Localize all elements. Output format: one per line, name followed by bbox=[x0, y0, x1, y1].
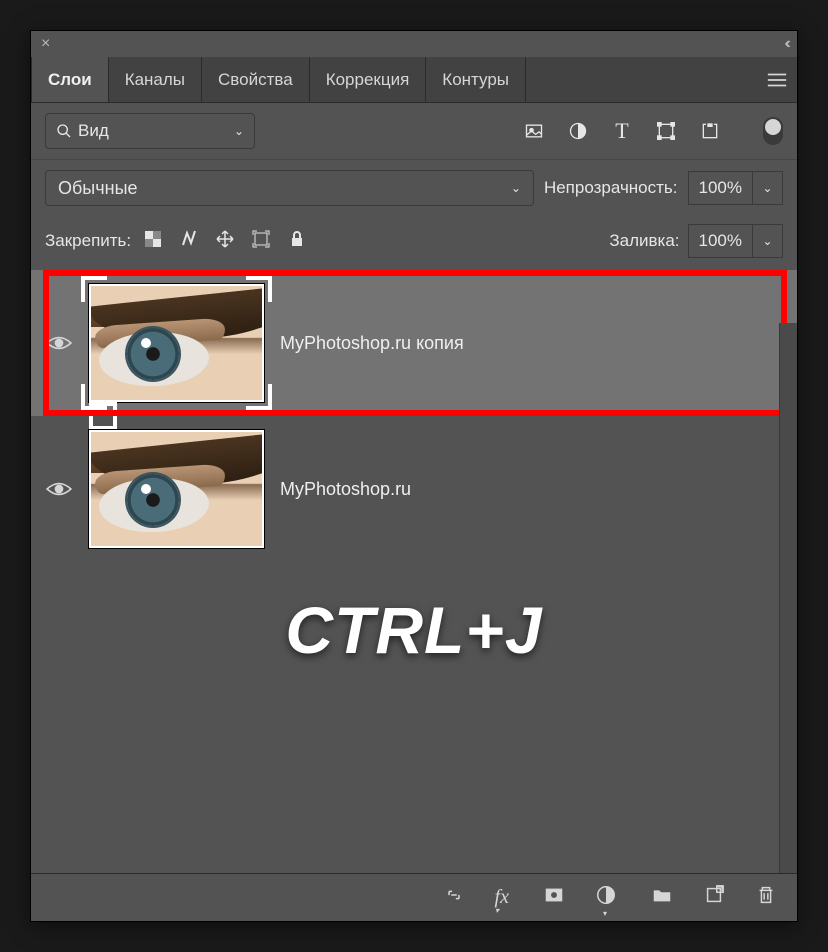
adjustment-filter-icon[interactable] bbox=[567, 120, 589, 142]
lock-all-icon[interactable] bbox=[287, 229, 307, 254]
image-filter-icon[interactable] bbox=[523, 120, 545, 142]
tab-paths[interactable]: Контуры bbox=[426, 57, 526, 102]
panel-menu-icon[interactable] bbox=[757, 57, 797, 102]
adjustment-layer-icon[interactable]: ▾ bbox=[595, 884, 621, 911]
layers-panel: × ‹‹ Слои Каналы Свойства Коррекция Конт… bbox=[30, 30, 798, 922]
layer-list: MyPhotoshop.ru копия MyPhotoshop.ru bbox=[31, 270, 797, 562]
add-mask-icon[interactable] bbox=[543, 884, 565, 911]
shortcut-annotation: CTRL+J bbox=[31, 592, 797, 668]
delete-layer-icon[interactable] bbox=[755, 884, 777, 911]
chevron-down-icon: ⌄ bbox=[511, 181, 521, 195]
visibility-toggle[interactable] bbox=[45, 334, 73, 352]
filter-toggle[interactable] bbox=[763, 117, 783, 145]
layer-row[interactable]: MyPhotoshop.ru копия bbox=[31, 270, 797, 416]
tab-properties[interactable]: Свойства bbox=[202, 57, 310, 102]
fill-value: 100% bbox=[689, 231, 752, 251]
opacity-label: Непрозрачность: bbox=[544, 178, 678, 198]
layer-fx-icon[interactable]: fx▾ bbox=[495, 886, 513, 909]
blend-mode-select[interactable]: Обычные ⌄ bbox=[45, 170, 534, 206]
link-layers-icon[interactable] bbox=[443, 884, 465, 911]
lock-artboard-icon[interactable] bbox=[251, 229, 271, 254]
search-icon bbox=[56, 123, 72, 139]
lock-label: Закрепить: bbox=[45, 231, 131, 251]
new-group-icon[interactable] bbox=[651, 884, 673, 911]
shape-filter-icon[interactable] bbox=[655, 120, 677, 142]
layer-name[interactable]: MyPhotoshop.ru копия bbox=[280, 333, 464, 354]
scrollbar[interactable] bbox=[779, 323, 797, 873]
close-icon[interactable]: × bbox=[41, 35, 50, 53]
tab-adjustments[interactable]: Коррекция bbox=[310, 57, 427, 102]
tab-channels[interactable]: Каналы bbox=[109, 57, 202, 102]
chevron-down-icon[interactable]: ⌄ bbox=[752, 225, 782, 257]
layer-name[interactable]: MyPhotoshop.ru bbox=[280, 479, 411, 500]
panel-titlebar: × ‹‹ bbox=[31, 31, 797, 57]
filter-icons: T bbox=[523, 117, 783, 145]
smartobject-filter-icon[interactable] bbox=[699, 120, 721, 142]
fill-input[interactable]: 100% ⌄ bbox=[688, 224, 783, 258]
visibility-toggle[interactable] bbox=[45, 480, 73, 498]
layer-thumbnail[interactable] bbox=[89, 430, 264, 548]
opacity-input[interactable]: 100% ⌄ bbox=[688, 171, 783, 205]
layer-kind-select[interactable]: Вид ⌄ bbox=[45, 113, 255, 149]
chevron-down-icon: ⌄ bbox=[234, 124, 244, 138]
fill-label: Заливка: bbox=[609, 231, 679, 251]
chevron-down-icon[interactable]: ⌄ bbox=[752, 172, 782, 204]
layer-row[interactable]: MyPhotoshop.ru bbox=[31, 416, 797, 562]
opacity-value: 100% bbox=[689, 178, 752, 198]
layer-thumbnail[interactable] bbox=[89, 284, 264, 402]
panel-tabs: Слои Каналы Свойства Коррекция Контуры bbox=[31, 57, 797, 103]
lock-pixels-icon[interactable] bbox=[179, 229, 199, 254]
blend-mode-value: Обычные bbox=[58, 178, 138, 199]
tab-layers[interactable]: Слои bbox=[31, 57, 109, 102]
lock-position-icon[interactable] bbox=[215, 229, 235, 254]
layer-kind-label: Вид bbox=[78, 121, 109, 141]
collapse-icon[interactable]: ‹‹ bbox=[784, 35, 787, 53]
lock-transparency-icon[interactable] bbox=[143, 229, 163, 254]
new-layer-icon[interactable] bbox=[703, 884, 725, 911]
layer-actions-bar: fx▾ ▾ bbox=[31, 873, 797, 921]
type-filter-icon[interactable]: T bbox=[611, 120, 633, 142]
